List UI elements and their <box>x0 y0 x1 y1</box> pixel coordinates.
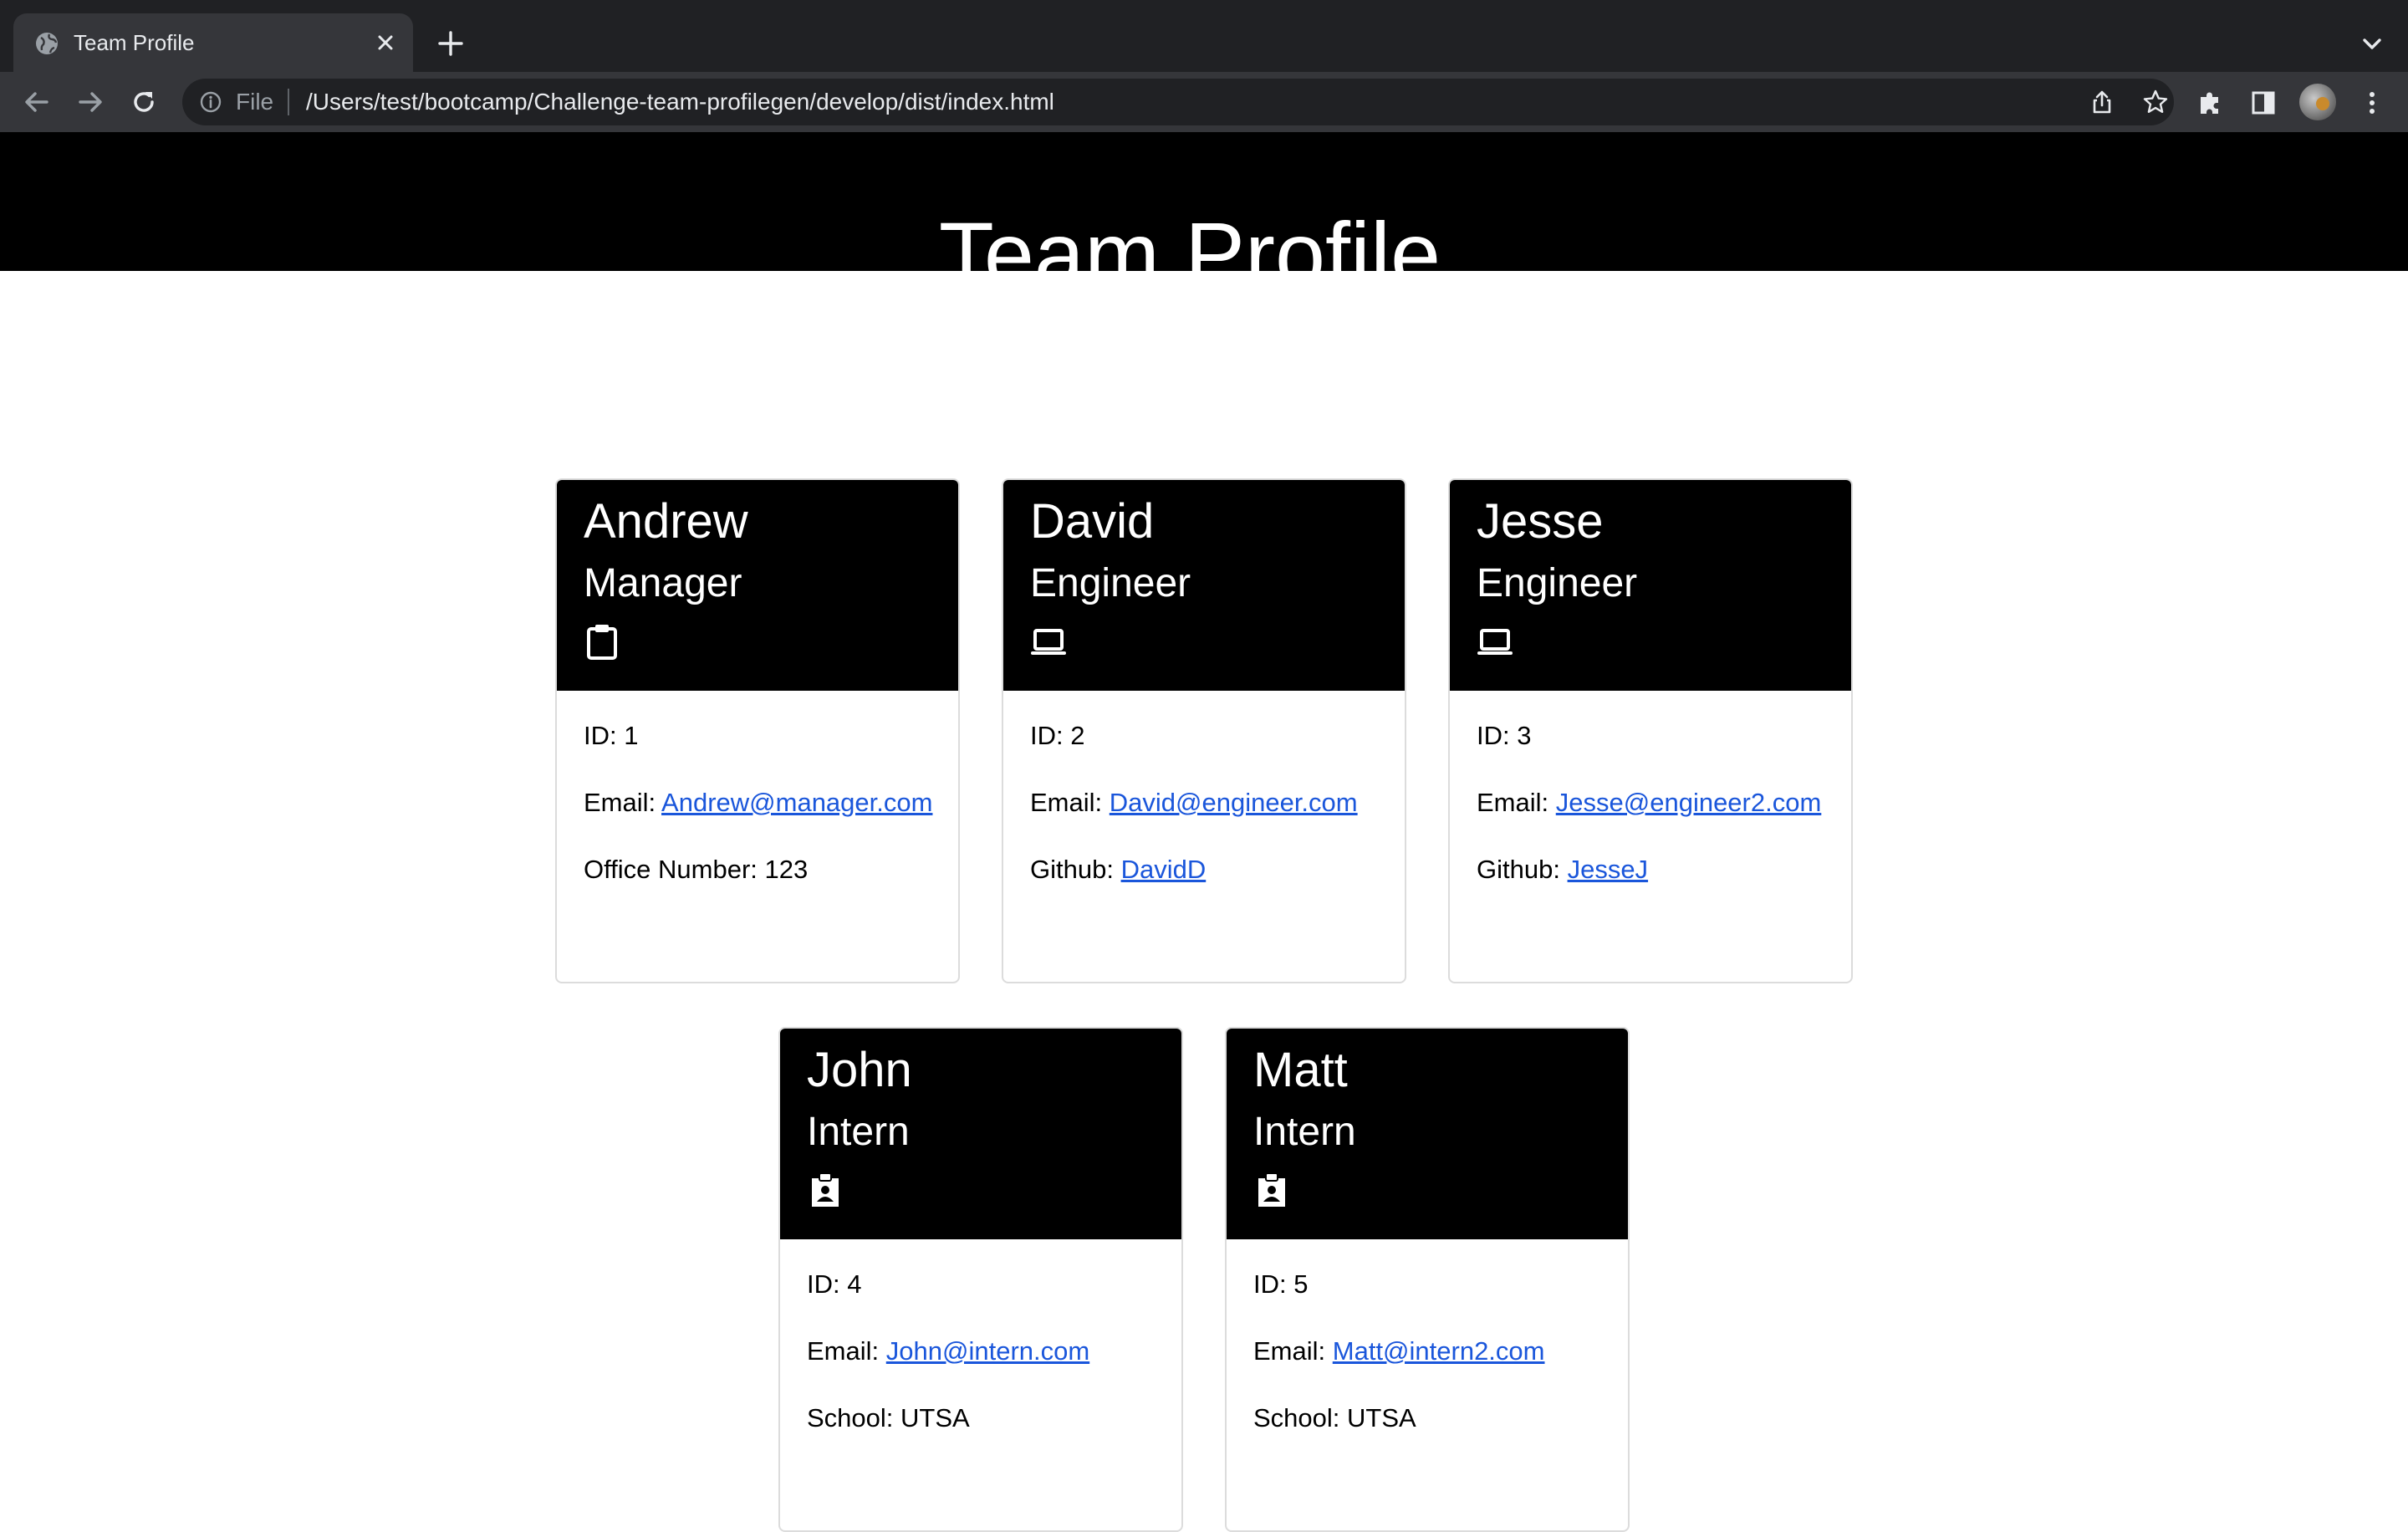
extra-wrapper: Github: DavidD <box>1030 850 1381 890</box>
email-label: Email: <box>807 1336 880 1366</box>
card-body: ID: 5 Email: Matt@intern2.com School: UTSA <box>1253 1239 1604 1438</box>
email-field: Email: Jesse@engineer2.com <box>1477 783 1828 823</box>
extra-field: School: UTSA <box>1253 1403 1416 1432</box>
github-link[interactable]: DavidD <box>1121 855 1207 884</box>
laptop-icon <box>1030 622 1067 661</box>
id-badge-icon <box>807 1171 844 1209</box>
employee-card: Matt Intern ID: 5 Email: Matt@intern2.com Sc… <box>1225 1027 1630 1532</box>
employee-role: Intern <box>1253 1110 1356 1154</box>
id-field: ID: 1 <box>584 721 639 750</box>
bookmark-star-icon[interactable] <box>2142 89 2169 115</box>
email-field: Email: John@intern.com <box>807 1331 1158 1371</box>
page-header: Team Profile <box>0 132 2408 304</box>
email-label: Email: <box>1253 1336 1326 1366</box>
card-header: Jesse Engineer <box>1450 480 1851 691</box>
extra-wrapper: School: UTSA <box>807 1398 1158 1438</box>
scheme-label: File <box>236 89 274 115</box>
id-badge-icon <box>1253 1171 1290 1209</box>
card-header: John Intern <box>780 1029 1181 1239</box>
github-field: Github: DavidD <box>1030 850 1381 890</box>
address-bar[interactable]: File /Users/test/bootcamp/Challenge-team… <box>182 79 2174 125</box>
extra-wrapper: Github: JesseJ <box>1477 850 1828 890</box>
employee-card: Andrew Manager ID: 1 Email: Andrew@manager.… <box>555 478 960 983</box>
id-field: ID: 2 <box>1030 721 1085 750</box>
extra-wrapper: School: UTSA <box>1253 1398 1604 1438</box>
employee-name: David <box>1030 494 1155 549</box>
laptop-icon <box>1477 622 1513 661</box>
github-field: Github: JesseJ <box>1477 850 1828 890</box>
employee-card: John Intern ID: 4 Email: John@intern.com Sch… <box>778 1027 1183 1532</box>
id-field: ID: 5 <box>1253 1269 1309 1299</box>
extensions-puzzle-icon[interactable] <box>2196 89 2224 117</box>
profile-avatar[interactable] <box>2299 84 2336 120</box>
close-tab-icon[interactable] <box>371 28 400 57</box>
back-arrow-icon[interactable] <box>20 85 54 119</box>
card-header: David Engineer <box>1003 480 1405 691</box>
employee-name: John <box>807 1043 912 1097</box>
employee-role: Engineer <box>1477 561 1638 605</box>
employee-role: Intern <box>807 1110 910 1154</box>
side-panel-icon[interactable] <box>2249 89 2278 117</box>
browser-tab[interactable]: Team Profile <box>13 13 413 72</box>
employee-card: David Engineer ID: 2 Email: David@engineer.… <box>1002 478 1406 983</box>
share-icon[interactable] <box>2089 89 2115 115</box>
card-body: ID: 1 Email: Andrew@manager.com Office Num… <box>584 691 935 890</box>
card-header: Andrew Manager <box>557 480 958 691</box>
github-label: Github: <box>1030 855 1114 884</box>
employee-name: Andrew <box>584 494 748 549</box>
card-body: ID: 4 Email: John@intern.com School: UTSA <box>807 1239 1158 1438</box>
browser-toolbar: File /Users/test/bootcamp/Challenge-team… <box>0 72 2408 132</box>
info-icon[interactable] <box>199 90 222 114</box>
tab-search-chevron-icon[interactable] <box>2358 30 2386 59</box>
email-link[interactable]: Jesse@engineer2.com <box>1556 788 1822 817</box>
id-field: ID: 4 <box>807 1269 862 1299</box>
email-link[interactable]: Matt@intern2.com <box>1333 1336 1545 1366</box>
github-label: Github: <box>1477 855 1560 884</box>
page-title: Team Profile <box>938 203 1441 305</box>
id-field: ID: 3 <box>1477 721 1532 750</box>
employee-card: Jesse Engineer ID: 3 Email: Jesse@engineer2… <box>1448 478 1853 983</box>
new-tab-icon[interactable] <box>435 28 467 59</box>
email-link[interactable]: John@intern.com <box>886 1336 1089 1366</box>
clipboard-icon <box>584 622 620 661</box>
card-body: ID: 2 Email: David@engineer.com Github: Da… <box>1030 691 1381 890</box>
reload-icon[interactable] <box>127 85 161 119</box>
more-menu-icon[interactable] <box>2358 89 2386 117</box>
extra-wrapper: Office Number: 123 <box>584 850 935 890</box>
email-link[interactable]: Andrew@manager.com <box>661 788 932 817</box>
email-field: Email: David@engineer.com <box>1030 783 1381 823</box>
email-link[interactable]: David@engineer.com <box>1110 788 1358 817</box>
github-link[interactable]: JesseJ <box>1568 855 1648 884</box>
card-body: ID: 3 Email: Jesse@engineer2.com Github: J… <box>1477 691 1828 890</box>
globe-icon <box>36 33 58 54</box>
extra-field: School: UTSA <box>807 1403 970 1432</box>
email-field: Email: Matt@intern2.com <box>1253 1331 1604 1371</box>
browser-tab-strip: Team Profile <box>0 0 2408 72</box>
card-header: Matt Intern <box>1227 1029 1628 1239</box>
employee-role: Engineer <box>1030 561 1191 605</box>
forward-arrow-icon[interactable] <box>74 85 107 119</box>
omnibox-divider <box>288 89 289 115</box>
email-label: Email: <box>1477 788 1549 817</box>
email-label: Email: <box>584 788 656 817</box>
extra-field: Office Number: 123 <box>584 855 809 884</box>
employee-name: Jesse <box>1477 494 1604 549</box>
email-field: Email: Andrew@manager.com <box>584 783 935 823</box>
page-viewport: Team Profile Andrew Manager ID: 1 Email: An… <box>0 132 2408 1532</box>
tab-title: Team Profile <box>74 30 195 55</box>
email-label: Email: <box>1030 788 1103 817</box>
employee-name: Matt <box>1253 1043 1348 1097</box>
employee-role: Manager <box>584 561 742 605</box>
url-text[interactable]: /Users/test/bootcamp/Challenge-team-prof… <box>306 89 1054 115</box>
